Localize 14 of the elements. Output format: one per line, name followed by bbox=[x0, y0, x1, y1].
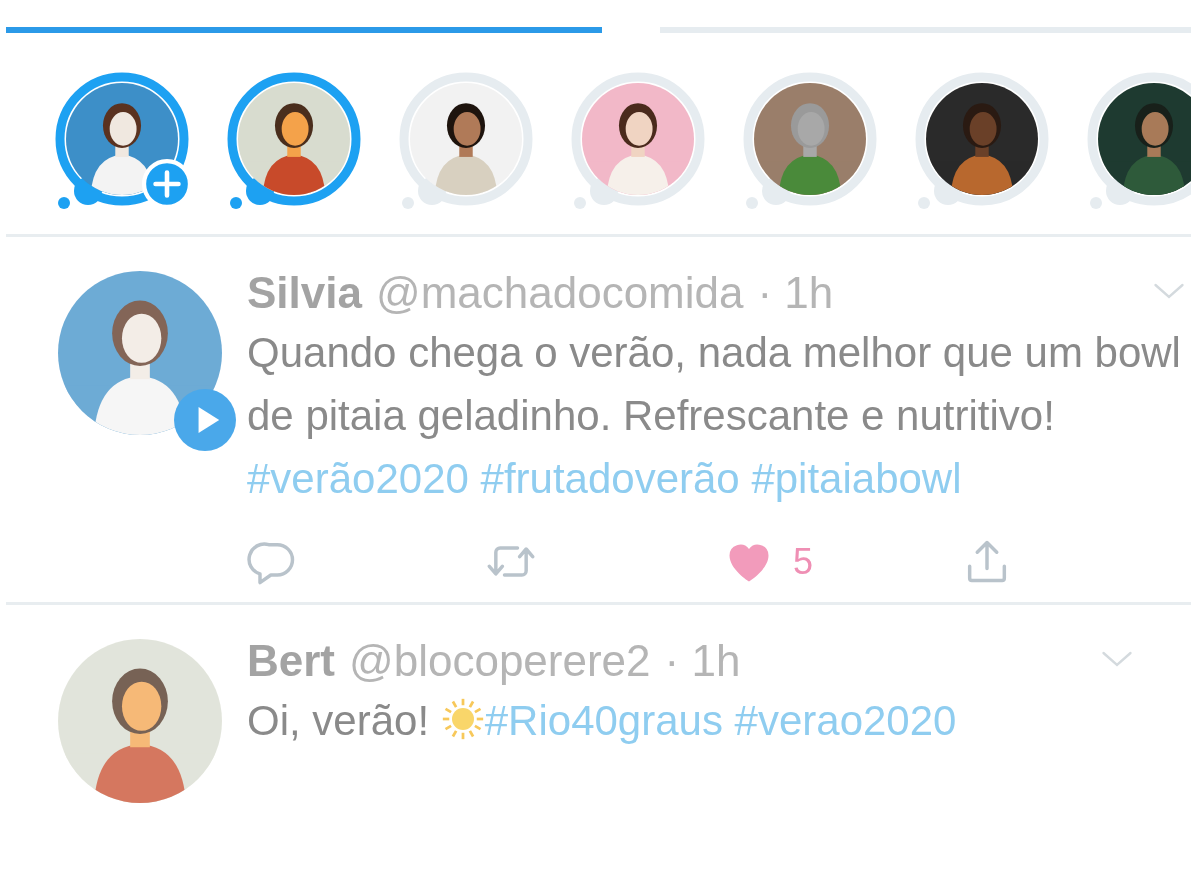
tweet-text: Oi, verão! #Rio40graus #verao2020 bbox=[247, 696, 958, 746]
tweet-time: · 1h bbox=[757, 267, 834, 319]
tweet-time: · 1h bbox=[664, 635, 741, 687]
user-handle: @machadocomida bbox=[375, 267, 744, 319]
hashtag-link[interactable]: #Rio40graus bbox=[484, 697, 723, 744]
user-name[interactable]: Silvia bbox=[247, 265, 362, 321]
user-handle: @blocoperere2 bbox=[349, 635, 651, 687]
like-count: 5 bbox=[793, 541, 814, 583]
tweet-text: Quando chega o verão, nada melhor que um bowl de pitaia geladinho. Refrescante e nutritivo! #verão2020 #frutadoverão #pitaiabowl bbox=[247, 328, 1182, 504]
hashtag-link[interactable]: #frutadoverão bbox=[480, 455, 740, 502]
hashtag-link[interactable]: #pitaiabowl bbox=[751, 455, 962, 502]
hashtag-link[interactable]: #verão2020 bbox=[247, 455, 469, 502]
user-name[interactable]: Bert bbox=[247, 633, 336, 689]
hashtag-link[interactable]: #verao2020 bbox=[734, 697, 957, 744]
